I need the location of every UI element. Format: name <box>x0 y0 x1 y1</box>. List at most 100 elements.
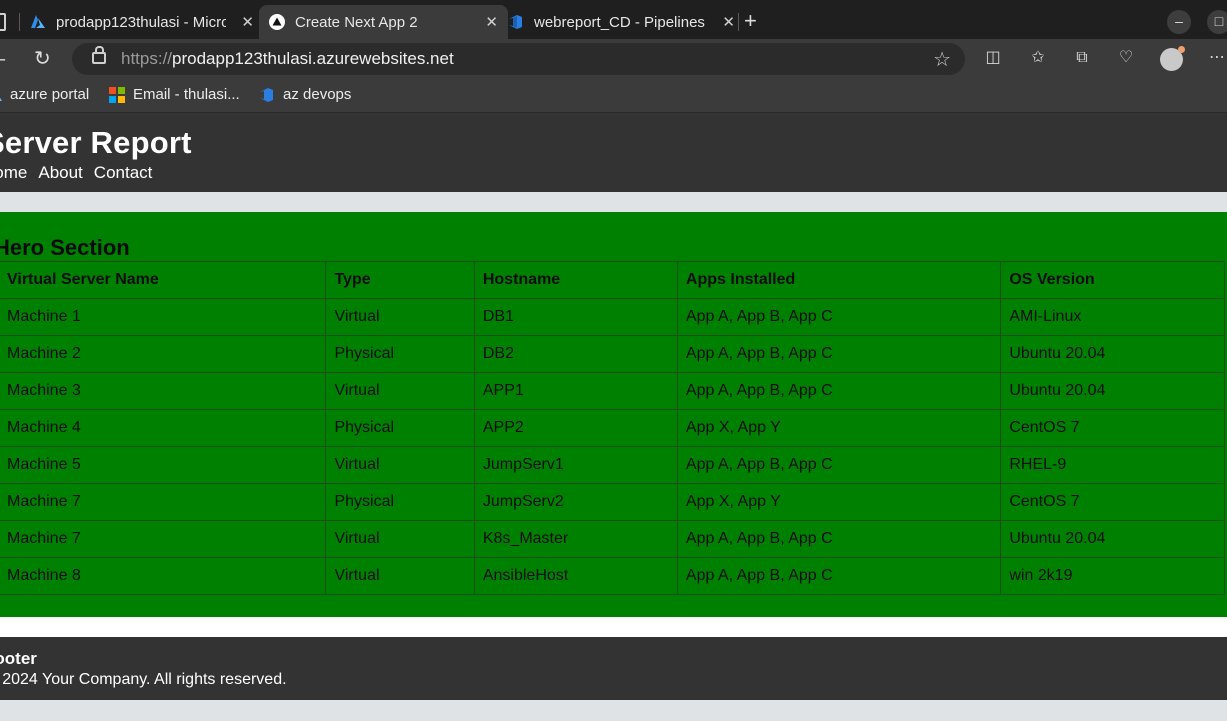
table-cell: Physical <box>325 335 475 373</box>
close-tab-icon[interactable]: ✕ <box>241 13 254 31</box>
tab-separator <box>19 13 20 31</box>
server-table: Virtual Server Name Type Hostname Apps I… <box>0 261 1225 595</box>
table-cell: Ubuntu 20.04 <box>1000 372 1225 410</box>
table-cell: App A, App B, App C <box>676 372 1002 410</box>
table-row: Machine 2 Physical DB2 App A, App B, App CU… <box>0 335 1225 373</box>
column-header: OS Version <box>1000 261 1225 299</box>
azure-icon <box>0 87 2 103</box>
table-cell: Virtual <box>325 446 475 484</box>
table-row: Machine 7 Virtual K8s_Master App A, App B, … <box>0 520 1225 558</box>
back-icon[interactable]: – <box>0 48 5 70</box>
favorite-label: Email - thulasi... <box>133 86 240 103</box>
table-cell: Machine 1 <box>0 298 327 336</box>
tab-create-next-app[interactable]: Create Next App 2 ✕ <box>259 5 508 39</box>
url-text[interactable]: https://prodapp123thulasi.azurewebsites.… <box>121 49 454 69</box>
nav-about-link[interactable]: About <box>38 163 82 182</box>
site-header: Server Report Home About Contact <box>0 113 1227 192</box>
address-bar[interactable]: https://prodapp123thulasi.azurewebsites.… <box>72 43 965 75</box>
lock-icon <box>92 46 106 64</box>
table-cell: App A, App B, App C <box>676 557 1002 595</box>
close-tab-icon[interactable]: ✕ <box>722 13 735 31</box>
refresh-icon[interactable]: ↻ <box>34 48 51 70</box>
more-menu-icon[interactable]: ⋯ <box>1208 49 1226 67</box>
tab-separator <box>738 13 739 31</box>
hero-section: Hero Section Virtual Server Name Type Ho… <box>0 212 1227 617</box>
table-cell: App A, App B, App C <box>676 446 1002 484</box>
table-cell: win 2k19 <box>1000 557 1225 595</box>
column-header: Virtual Server Name <box>0 261 327 299</box>
table-header-row: Virtual Server Name Type Hostname Apps I… <box>0 261 1225 299</box>
favorite-email[interactable]: Email - thulasi... <box>109 86 240 103</box>
tab-title: webreport_CD - Pipelines <box>534 13 705 31</box>
table-cell: Machine 8 <box>0 557 327 595</box>
azure-logo-icon <box>30 14 46 30</box>
new-tab-button[interactable]: + <box>744 9 757 33</box>
tab-title: prodapp123thulasi - Micro <box>56 13 226 31</box>
table-cell: APP2 <box>473 409 678 447</box>
footer-copyright: © 2024 Your Company. All rights reserved… <box>0 671 287 688</box>
table-row: Machine 4 Physical APP2 App X, App Y CentOS … <box>0 409 1225 447</box>
table-cell: Ubuntu 20.04 <box>1000 520 1225 558</box>
table-cell: Virtual <box>325 520 475 558</box>
split-screen-icon[interactable]: ◫ <box>984 49 1002 67</box>
address-toolbar: – ↻ https://prodapp123thulasi.azurewebsi… <box>0 39 1227 79</box>
maximize-button[interactable]: □ <box>1207 10 1227 34</box>
table-cell: APP1 <box>473 372 678 410</box>
section-divider <box>0 617 1227 637</box>
table-row: Machine 3 Virtual APP1 App A, App B, App CU… <box>0 372 1225 410</box>
tab-title: Create Next App 2 <box>295 13 418 31</box>
tab-azure-portal[interactable]: prodapp123thulasi - Micro ✕ <box>22 5 264 39</box>
table-cell: CentOS 7 <box>1000 409 1225 447</box>
azure-devops-icon <box>508 14 524 30</box>
table-cell: App A, App B, App C <box>676 298 1002 336</box>
table-cell: Machine 7 <box>0 483 327 521</box>
tab-actions-icon[interactable] <box>0 5 6 39</box>
favorite-azure-portal[interactable]: azure portal <box>0 86 89 103</box>
table-cell: JumpServ2 <box>473 483 678 521</box>
minimize-button[interactable]: – <box>1167 10 1191 34</box>
table-cell: Physical <box>325 483 475 521</box>
favorites-icon[interactable]: ✩ <box>1029 49 1047 67</box>
table-cell: Virtual <box>325 557 475 595</box>
table-cell: DB2 <box>473 335 678 373</box>
favorite-label: az devops <box>283 86 352 103</box>
collections-icon[interactable]: ⧉ <box>1073 49 1091 67</box>
table-cell: JumpServ1 <box>473 446 678 484</box>
table-cell: AMI-Linux <box>1000 298 1225 336</box>
footer-title: Footer <box>0 649 37 668</box>
table-cell: App X, App Y <box>676 409 1002 447</box>
profile-avatar[interactable] <box>1160 46 1185 71</box>
table-cell: Machine 5 <box>0 446 327 484</box>
table-cell: CentOS 7 <box>1000 483 1225 521</box>
table-cell: Machine 7 <box>0 520 327 558</box>
nav-contact-link[interactable]: Contact <box>94 163 153 182</box>
site-footer: Footer © 2024 Your Company. All rights r… <box>0 637 1227 700</box>
site-title: Server Report <box>0 125 192 160</box>
table-row: Machine 1 Virtual DB1 App A, App B, App C AM… <box>0 298 1225 336</box>
table-cell: Machine 2 <box>0 335 327 373</box>
table-row: Machine 5 Virtual JumpServ1 App A, App B, A… <box>0 446 1225 484</box>
table-cell: AnsibleHost <box>473 557 678 595</box>
table-cell: K8s_Master <box>473 520 678 558</box>
favorites-bar: azure portal Email - thulasi... az devop… <box>0 79 1227 113</box>
browser-tab-strip: prodapp123thulasi - Micro ✕ Create Next … <box>0 0 1227 39</box>
nav-home-link[interactable]: Home <box>0 163 27 182</box>
table-cell: App X, App Y <box>676 483 1002 521</box>
column-header: Apps Installed <box>676 261 1002 299</box>
table-cell: Physical <box>325 409 475 447</box>
table-cell: Virtual <box>325 298 475 336</box>
table-cell: App A, App B, App C <box>676 335 1002 373</box>
table-cell: Virtual <box>325 372 475 410</box>
table-row: Machine 8 Virtual AnsibleHost App A, App B,… <box>0 557 1225 595</box>
hero-title: Hero Section <box>0 235 130 260</box>
favorite-az-devops[interactable]: az devops <box>259 86 351 103</box>
browser-essentials-icon[interactable]: ♡ <box>1117 49 1135 67</box>
close-tab-icon[interactable]: ✕ <box>485 13 498 31</box>
site-nav: Home About Contact <box>0 163 163 183</box>
azure-devops-icon <box>259 87 275 103</box>
table-row: Machine 7 Physical JumpServ2 App X, App Y Ce… <box>0 483 1225 521</box>
favorite-label: azure portal <box>10 86 90 103</box>
tab-azure-devops-pipelines[interactable]: webreport_CD - Pipelines ✕ <box>500 5 745 39</box>
table-cell: DB1 <box>473 298 678 336</box>
favorite-star-icon[interactable]: ☆ <box>933 47 951 72</box>
